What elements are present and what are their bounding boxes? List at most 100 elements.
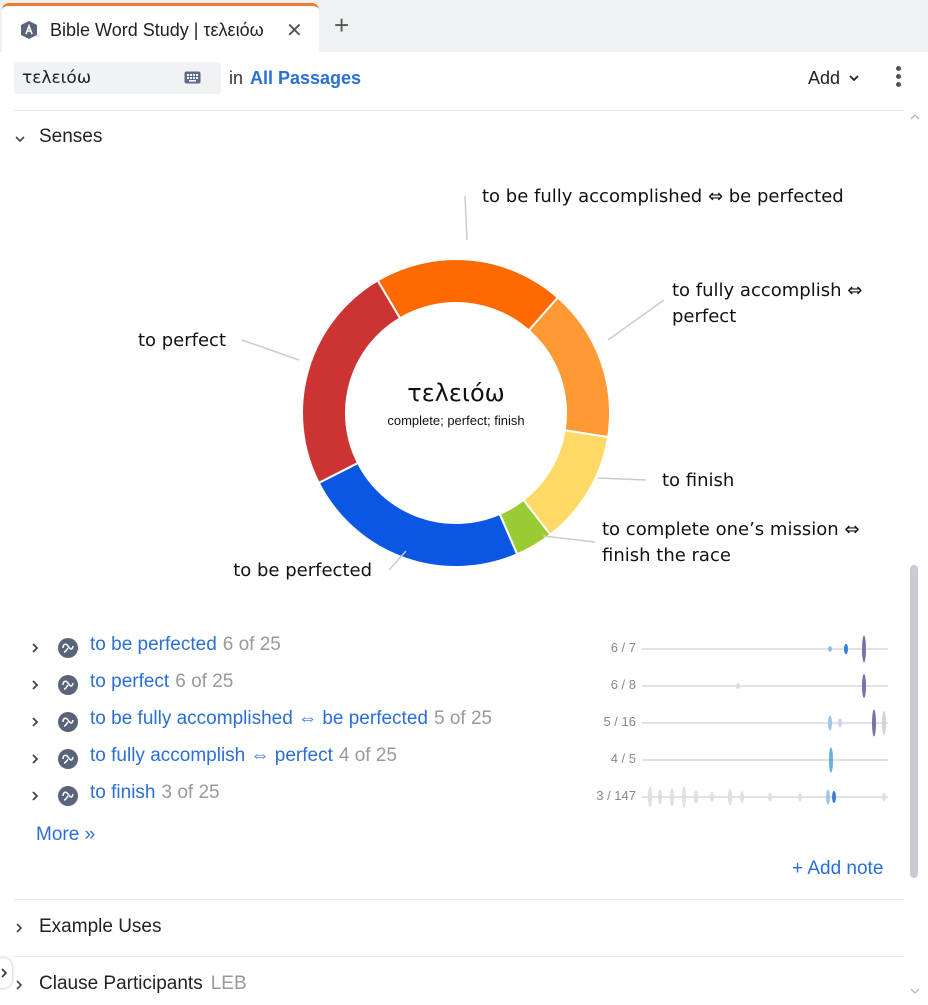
add-menu-button[interactable]: Add bbox=[808, 68, 840, 89]
sense-count: 5 of 25 bbox=[433, 708, 493, 729]
sense-label[interactable]: to fully accomplish ⇔ perfect 4 of 25 bbox=[90, 745, 397, 767]
sense-count: 4 of 25 bbox=[338, 745, 397, 766]
distribution-sparkline[interactable] bbox=[612, 780, 892, 814]
sense-row[interactable]: to be perfected 6 of 25 6 / 7 bbox=[30, 632, 890, 666]
sparkline-mark bbox=[768, 792, 772, 802]
senses-donut-chart: to be fully accomplished ⇔ be perfected t… bbox=[138, 186, 862, 581]
sparkline-mark bbox=[670, 788, 674, 806]
distribution-sparkline[interactable] bbox=[612, 743, 892, 777]
sparkline-mark bbox=[828, 646, 832, 652]
sense-icon bbox=[58, 786, 78, 806]
sense-row[interactable]: to be fully accomplished ⇔ be perfected 5… bbox=[30, 706, 890, 740]
all-passages-link[interactable]: All Passages bbox=[250, 68, 361, 89]
chevron-right-icon[interactable] bbox=[30, 753, 40, 765]
donut-slice[interactable] bbox=[376, 258, 560, 332]
scrollbar-thumb[interactable] bbox=[910, 565, 918, 878]
sense-icon bbox=[58, 712, 78, 732]
new-tab-plus-icon[interactable]: + bbox=[334, 12, 349, 38]
sparkline-mark bbox=[872, 709, 876, 737]
sparkline-mark bbox=[832, 791, 836, 803]
slice-label: perfect bbox=[672, 306, 736, 327]
clause-participants-section-header[interactable]: Clause Participants LEB bbox=[14, 973, 414, 999]
sparkline-mark bbox=[882, 792, 886, 802]
search-input[interactable] bbox=[22, 66, 172, 90]
sense-row[interactable]: to fully accomplish ⇔ perfect 4 of 25 4 / … bbox=[30, 743, 890, 777]
sparkline-mark bbox=[862, 635, 866, 663]
sparkline-mark bbox=[694, 790, 698, 804]
sparkline-mark bbox=[882, 711, 886, 735]
slice-leader-line bbox=[464, 195, 468, 241]
distribution-sparkline[interactable] bbox=[612, 706, 892, 740]
more-senses-link[interactable]: More » bbox=[36, 824, 95, 846]
chevron-right-icon bbox=[16, 980, 23, 990]
slice-label: to be perfected bbox=[233, 560, 372, 581]
sense-label[interactable]: to be fully accomplished ⇔ be perfected 5… bbox=[90, 708, 492, 730]
logos-app-icon bbox=[21, 21, 37, 39]
chevron-right-icon[interactable] bbox=[30, 679, 40, 691]
sense-label[interactable]: to perfect 6 of 25 bbox=[90, 671, 233, 693]
sparkline-mark bbox=[826, 789, 830, 805]
in-label: in bbox=[229, 68, 244, 88]
sense-row[interactable]: to finish 3 of 25 3 / 147 bbox=[30, 780, 890, 814]
chevron-down-icon bbox=[15, 136, 25, 143]
slice-leader-line bbox=[597, 477, 647, 481]
keyboard-icon[interactable] bbox=[184, 71, 201, 84]
add-note-link[interactable]: + Add note bbox=[792, 858, 883, 880]
chevron-right-icon bbox=[1, 968, 8, 978]
slice-label: to perfect bbox=[138, 330, 226, 351]
chevron-down-icon[interactable] bbox=[848, 72, 860, 84]
example-uses-section-header[interactable]: Example Uses bbox=[14, 916, 314, 942]
example-uses-title: Example Uses bbox=[39, 916, 162, 937]
sparkline-mark bbox=[828, 715, 832, 731]
slice-label: to finish bbox=[662, 470, 734, 491]
distribution-sparkline[interactable] bbox=[612, 632, 892, 666]
slice-leader-line bbox=[241, 339, 300, 361]
clause-participants-title: Clause Participants bbox=[39, 973, 203, 994]
donut-slice[interactable] bbox=[527, 296, 611, 439]
sparkline-mark bbox=[798, 792, 802, 802]
slice-label: to complete one’s mission ⇔ bbox=[602, 519, 859, 540]
slice-label: to fully accomplish ⇔ bbox=[672, 280, 862, 301]
chevron-right-icon[interactable] bbox=[30, 790, 40, 802]
sense-count: 3 of 25 bbox=[161, 782, 220, 803]
sparkline-mark bbox=[740, 791, 744, 803]
senses-title: Senses bbox=[39, 126, 103, 147]
scroll-up-icon[interactable] bbox=[909, 112, 921, 122]
scroll-down-icon[interactable] bbox=[909, 986, 921, 996]
divider bbox=[14, 956, 904, 957]
chart-center-title: τελειόω bbox=[407, 379, 505, 407]
sparkline-mark bbox=[648, 786, 652, 808]
chevron-right-icon[interactable] bbox=[30, 716, 40, 728]
donut-slice[interactable] bbox=[317, 461, 519, 568]
sparkline-mark bbox=[736, 683, 740, 689]
more-options-icon[interactable] bbox=[893, 66, 903, 92]
tab-bible-word-study[interactable]: Bible Word Study | τελειόω ✕ bbox=[2, 3, 319, 52]
slice-leader-line bbox=[542, 535, 596, 543]
panel-expand-handle[interactable] bbox=[0, 958, 12, 988]
sparkline-mark bbox=[658, 789, 662, 805]
distribution-sparkline[interactable] bbox=[612, 669, 892, 703]
chart-center-subtitle: complete; perfect; finish bbox=[387, 413, 524, 428]
version-label: LEB bbox=[210, 973, 247, 994]
senses-section-header[interactable]: Senses bbox=[14, 126, 214, 152]
slice-label: to be fully accomplished ⇔ be perfected bbox=[482, 186, 844, 207]
chevron-right-icon[interactable] bbox=[30, 642, 40, 654]
sparkline-mark bbox=[829, 747, 833, 773]
sparkline-mark bbox=[710, 791, 714, 803]
sense-icon bbox=[58, 749, 78, 769]
donut-slice[interactable] bbox=[301, 279, 402, 485]
sparkline-mark bbox=[844, 643, 848, 655]
sparkline-mark bbox=[862, 674, 866, 698]
sense-count: 6 of 25 bbox=[175, 671, 234, 692]
divider bbox=[14, 899, 904, 900]
sense-icon bbox=[58, 638, 78, 658]
tab-bar: Bible Word Study | τελειόω ✕ + bbox=[0, 0, 928, 52]
sense-label[interactable]: to finish 3 of 25 bbox=[90, 782, 220, 804]
sparkline-mark bbox=[682, 786, 686, 808]
sense-row[interactable]: to perfect 6 of 25 6 / 8 bbox=[30, 669, 890, 703]
search-box[interactable] bbox=[14, 62, 221, 94]
slice-label: finish the race bbox=[602, 545, 731, 566]
sparkline-mark bbox=[728, 788, 732, 806]
close-icon[interactable]: ✕ bbox=[286, 18, 303, 43]
sense-label[interactable]: to be perfected 6 of 25 bbox=[90, 634, 281, 656]
